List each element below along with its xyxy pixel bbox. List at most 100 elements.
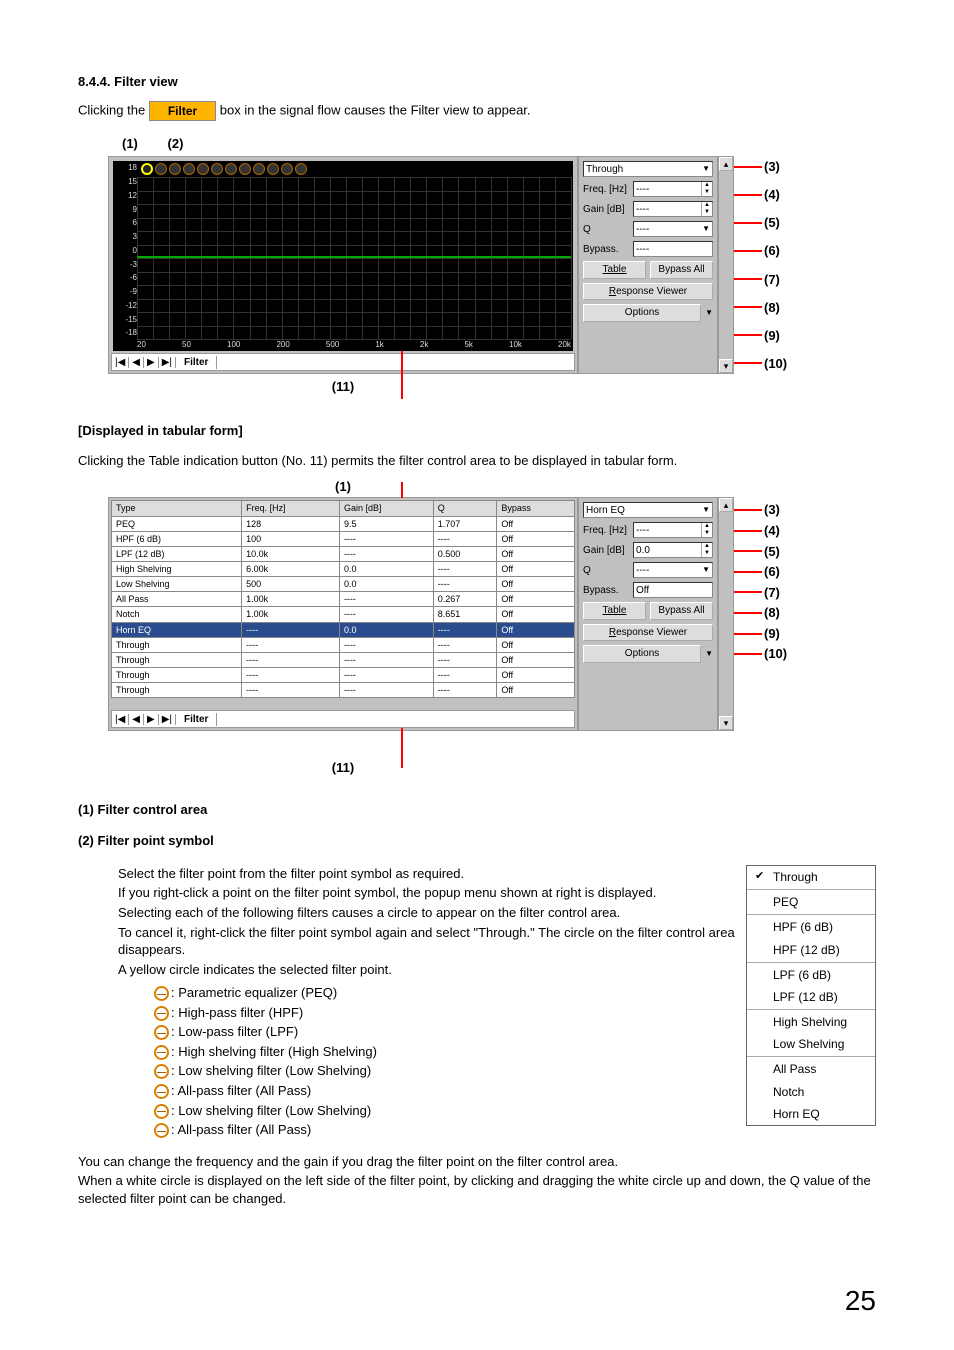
table-button[interactable]: Table <box>583 602 646 620</box>
q-label: Q <box>583 564 629 578</box>
graph-area[interactable]: 1815129630-3-6-9-12-15-18 20501002005001… <box>108 156 578 374</box>
tab-filter[interactable]: Filter <box>176 356 217 370</box>
callout: (3) <box>734 158 794 176</box>
filter-box-button[interactable]: Filter <box>149 101 216 121</box>
freq-input[interactable]: ----▲▼ <box>633 181 713 197</box>
callout: (7) <box>734 584 794 602</box>
options-button[interactable]: Options <box>583 645 701 663</box>
callout-1: (1) <box>122 135 138 153</box>
menu-item[interactable]: LPF (6 dB) <box>747 964 875 986</box>
tabular-text: Clicking the Table indication button (No… <box>78 452 876 470</box>
menu-item[interactable]: PEQ <box>747 891 875 913</box>
callout: (5) <box>734 543 794 561</box>
callout: (9) <box>734 327 794 345</box>
tail-p2: When a white circle is displayed on the … <box>78 1172 876 1207</box>
table-row[interactable]: LPF (12 dB)10.0k----0.500Off <box>112 546 575 561</box>
bypass-label: Bypass. <box>583 584 629 598</box>
table-row[interactable]: Through------------Off <box>112 637 575 652</box>
gain-input[interactable]: ----▲▼ <box>633 201 713 217</box>
menu-item[interactable]: Horn EQ <box>747 1103 875 1125</box>
tabular-heading: [Displayed in tabular form] <box>78 422 876 440</box>
callout: (9) <box>734 625 794 643</box>
q-input[interactable]: ----▼ <box>633 562 713 578</box>
callout: (10) <box>734 355 794 373</box>
callout: (6) <box>734 242 794 260</box>
response-viewer-button[interactable]: Response Viewer <box>583 624 713 642</box>
table-row[interactable]: All Pass1.00k----0.267Off <box>112 592 575 607</box>
figure-1: (1) (2) 1815129630-3-6-9-12-15-18 205010… <box>108 135 876 396</box>
figure-2: (1) TypeFreq. [Hz]Gain [dB]QBypass PEQ12… <box>108 478 876 777</box>
freq-label: Freq. [Hz] <box>583 183 629 197</box>
q-input[interactable]: ----▼ <box>633 221 713 237</box>
callout-11: (11) <box>108 378 578 396</box>
filter-table[interactable]: TypeFreq. [Hz]Gain [dB]QBypass PEQ1289.5… <box>111 500 575 698</box>
tail-p1: You can change the frequency and the gai… <box>78 1153 876 1171</box>
bypass-all-button[interactable]: Bypass All <box>650 602 713 620</box>
menu-item[interactable]: Through <box>747 866 875 888</box>
filter-settings-panel-2: Horn EQ▼ Freq. [Hz] ----▲▼ Gain [dB] 0.0▲▼… <box>578 497 718 731</box>
options-button[interactable]: Options <box>583 304 701 322</box>
filter-point-symbols[interactable] <box>141 163 307 175</box>
filter-symbol-icon <box>154 1006 169 1021</box>
table-row[interactable]: HPF (6 dB)100--------Off <box>112 531 575 546</box>
callout: (10) <box>734 645 794 663</box>
bypass-all-button[interactable]: Bypass All <box>650 261 713 279</box>
table-row[interactable]: Low Shelving5000.0----Off <box>112 577 575 592</box>
filter-symbol-icon <box>154 986 169 1001</box>
menu-item[interactable]: Low Shelving <box>747 1033 875 1055</box>
table-row[interactable]: High Shelving6.00k0.0----Off <box>112 562 575 577</box>
table-row[interactable]: PEQ1289.51.707Off <box>112 516 575 531</box>
tab-nav-footer-2: |◀◀▶▶| Filter <box>111 710 575 728</box>
menu-item[interactable]: HPF (12 dB) <box>747 939 875 961</box>
scrollbar[interactable]: ▴▾ <box>718 497 734 731</box>
filter-symbol-icon <box>154 1104 169 1119</box>
tab-nav-footer: |◀◀▶▶| Filter <box>111 353 575 371</box>
table-row[interactable]: Notch1.00k----8.651Off <box>112 607 575 622</box>
callout-11-b: (11) <box>108 759 578 777</box>
type-select[interactable]: Horn EQ▼ <box>583 502 713 518</box>
menu-item[interactable]: LPF (12 dB) <box>747 986 875 1008</box>
filter-table-area: TypeFreq. [Hz]Gain [dB]QBypass PEQ1289.5… <box>108 497 578 731</box>
callout: (6) <box>734 563 794 581</box>
callout-1-top: (1) <box>108 478 578 496</box>
callout: (3) <box>734 501 794 519</box>
menu-item[interactable]: Notch <box>747 1081 875 1103</box>
filter-symbol-icon <box>154 1064 169 1079</box>
gain-label: Gain [dB] <box>583 544 629 558</box>
gain-label: Gain [dB] <box>583 203 629 217</box>
section-heading: 8.4.4. Filter view <box>78 73 876 91</box>
callout: (8) <box>734 604 794 622</box>
table-row[interactable]: Through------------Off <box>112 683 575 698</box>
item-2-heading: (2) Filter point symbol <box>78 832 876 850</box>
tab-filter-2[interactable]: Filter <box>176 713 217 727</box>
page-number: 25 <box>845 1282 876 1320</box>
bypass-value[interactable]: Off <box>633 582 713 598</box>
table-row[interactable]: Through------------Off <box>112 668 575 683</box>
table-row[interactable]: Horn EQ----0.0----Off <box>112 622 575 637</box>
filter-type-popup[interactable]: Through PEQ HPF (6 dB)HPF (12 dB) LPF (6 dB… <box>746 865 876 1126</box>
filter-settings-panel: Through▼ Freq. [Hz] ----▲▼ Gain [dB] ----▲… <box>578 156 718 374</box>
type-select[interactable]: Through▼ <box>583 161 713 177</box>
freq-input[interactable]: ----▲▼ <box>633 522 713 538</box>
callout: (8) <box>734 299 794 317</box>
menu-item[interactable]: All Pass <box>747 1058 875 1080</box>
menu-item[interactable]: High Shelving <box>747 1011 875 1033</box>
bypass-value[interactable]: ---- <box>633 241 713 257</box>
intro-line: Clicking the Filter box in the signal fl… <box>78 101 876 121</box>
callout: (4) <box>734 522 794 540</box>
response-curve <box>137 256 571 258</box>
gain-input[interactable]: 0.0▲▼ <box>633 542 713 558</box>
response-viewer-button[interactable]: Response Viewer <box>583 283 713 301</box>
filter-symbol-icon <box>154 1123 169 1138</box>
freq-label: Freq. [Hz] <box>583 524 629 538</box>
filter-symbol-icon <box>154 1084 169 1099</box>
scrollbar[interactable]: ▴▾ <box>718 156 734 374</box>
callout-2: (2) <box>168 135 184 153</box>
callout: (4) <box>734 186 794 204</box>
q-label: Q <box>583 223 629 237</box>
menu-item[interactable]: HPF (6 dB) <box>747 916 875 938</box>
table-row[interactable]: Through------------Off <box>112 652 575 667</box>
table-button[interactable]: Table <box>583 261 646 279</box>
filter-symbol-icon <box>154 1025 169 1040</box>
callout: (7) <box>734 271 794 289</box>
